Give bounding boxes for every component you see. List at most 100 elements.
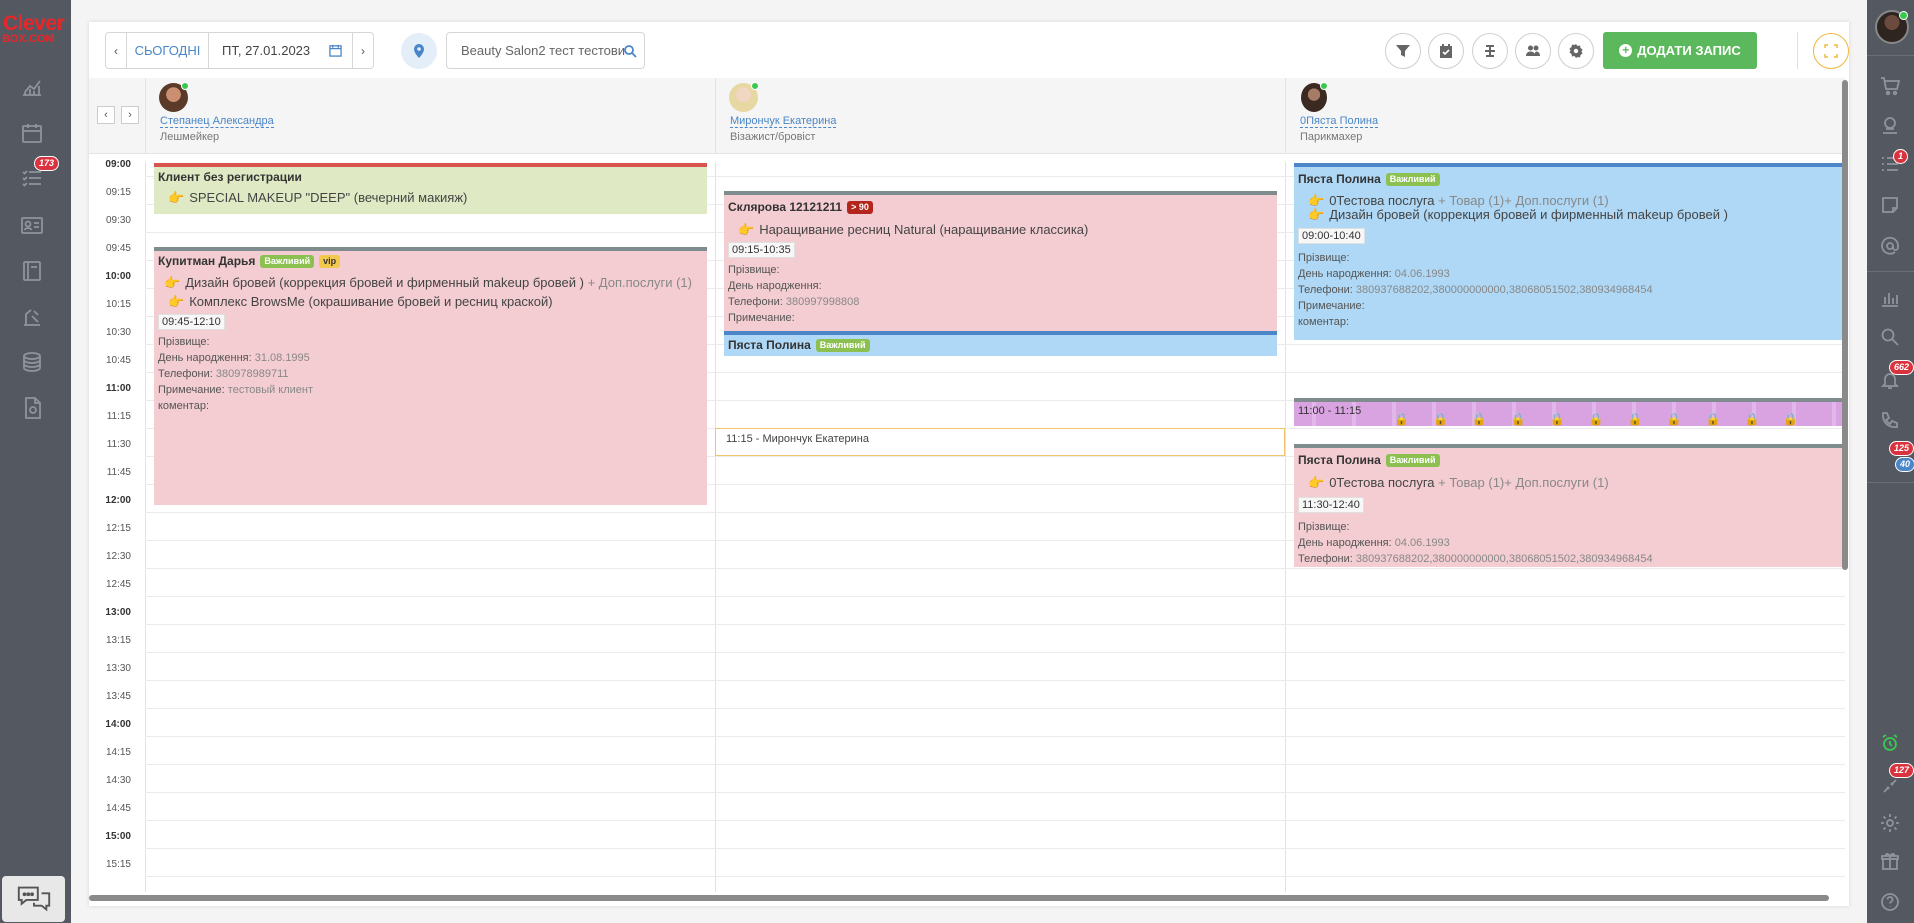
finance-icon[interactable] (20, 350, 44, 374)
avatar[interactable] (1301, 82, 1328, 112)
staff-role: Парикмахер (1300, 131, 1363, 143)
staff-role: Лешмейкер (160, 131, 220, 143)
settings-button[interactable] (1558, 33, 1594, 69)
field-value: тестовый клиент (227, 384, 314, 396)
plus-icon: + (1619, 44, 1633, 57)
service-name: Дизайн бровей (коррекция бровей и фирмен… (185, 275, 584, 290)
column-divider (715, 162, 716, 892)
calendar-small-icon (329, 44, 342, 57)
date-value: ПТ, 27.01.2023 (222, 43, 311, 58)
appointment-card[interactable]: Пяста Полина Важливий 👉 0Тестова послуга +… (1294, 444, 1845, 567)
service-name: SPECIAL MAKEUP "DEEP" (вечерний макияж) (189, 190, 468, 205)
fullscreen-icon (1824, 44, 1838, 58)
staff-header: ‹ › Степанец Александра Лешмейкер Миронч… (89, 78, 1845, 154)
time-label: 11:45 (106, 467, 131, 478)
filter-button[interactable] (1385, 33, 1421, 69)
online-indicator (181, 82, 189, 90)
prev-day-button[interactable]: ‹ (105, 32, 127, 69)
today-button[interactable]: СЬОГОДНІ (126, 32, 209, 69)
staff-name[interactable]: Степанец Александра (160, 115, 274, 128)
time-label: 11:15 (106, 411, 131, 422)
journal-icon[interactable] (20, 259, 44, 283)
fullscreen-button[interactable] (1813, 33, 1849, 69)
horizontal-scrollbar[interactable] (89, 895, 1829, 901)
avatar[interactable] (729, 82, 759, 112)
next-day-button[interactable]: › (352, 32, 374, 69)
logo[interactable]: Clever BOX.COM (0, 13, 71, 45)
service-line: 👉 0Тестова послуга + Товар (1)+ Доп.послу… (1308, 475, 1841, 491)
client-name: Купитман Дарья (158, 254, 256, 268)
email-icon[interactable] (1880, 236, 1900, 256)
clients-icon[interactable] (20, 213, 44, 237)
vertical-scrollbar[interactable] (1842, 80, 1848, 570)
appointment-time: 09:00-10:40 (1298, 228, 1365, 244)
appointment-time: 11:30-12:40 (1298, 497, 1364, 513)
time-label: 14:30 (105, 775, 131, 786)
search-icon[interactable] (1880, 327, 1900, 347)
vip-tag: vip (319, 255, 341, 268)
gift-icon[interactable] (1880, 851, 1900, 871)
left-sidebar: Clever BOX.COM 173 (0, 0, 71, 923)
field-label: коментар: (1298, 316, 1350, 328)
appointment-card[interactable]: Пяста Полина Важливий (724, 331, 1277, 356)
field-label: Прізвище: (1298, 521, 1350, 533)
salon-search-input[interactable]: Beauty Salon2 тест тестови (446, 32, 645, 69)
stats-icon[interactable] (1880, 288, 1900, 308)
break-time: 11:00 - 11:15 (1298, 405, 1362, 417)
staff-button[interactable] (1515, 33, 1551, 69)
warehouse-icon[interactable] (20, 305, 44, 329)
grid-line (145, 624, 1845, 625)
birthday-field: День народження: 04.06.1993 (1298, 266, 1841, 282)
appointment-card[interactable]: Клиент без регистрации 👉 SPECIAL MAKEUP "… (154, 163, 707, 214)
avatar[interactable] (159, 82, 189, 112)
analytics-icon[interactable] (20, 75, 44, 99)
add-record-button[interactable]: + ДОДАТИ ЗАПИС (1603, 32, 1757, 69)
calls-secondary-badge: 40 (1895, 457, 1914, 472)
field-label: День народження: (1298, 268, 1392, 280)
help-icon[interactable] (1880, 892, 1900, 912)
support-icon[interactable] (1880, 115, 1900, 135)
client-name: Склярова 12121211 (728, 200, 843, 214)
appointment-card[interactable]: Склярова 12121211 > 90 👉 Наращивание ресни… (724, 191, 1277, 331)
user-avatar[interactable] (1875, 10, 1909, 44)
staff-name[interactable]: Мирончук Екатерина (730, 115, 837, 128)
chat-button[interactable] (2, 876, 65, 922)
phone-icon[interactable] (1880, 410, 1900, 430)
field-value: 380937688202,380000000000,38068051502,38… (1355, 553, 1653, 565)
break-block[interactable]: 11:00 - 11:15 🔒🔒🔒🔒🔒🔒🔒🔒🔒🔒🔒🔒🔒 (1294, 398, 1845, 426)
service-line: 👉 Дизайн бровей (коррекция бровей и фирме… (164, 276, 703, 290)
time-label: 15:15 (105, 859, 131, 870)
staff-name[interactable]: 0Пяста Полина (1300, 115, 1379, 128)
field-label: Прізвище: (158, 336, 210, 348)
age-tag: > 90 (847, 201, 873, 214)
cart-icon[interactable] (1880, 76, 1901, 96)
appointment-card[interactable]: Купитман Дарья Важливий vip 👉 Дизайн бровей… (154, 247, 707, 505)
birthday-field: День народження: (728, 278, 1273, 294)
integration-icon[interactable] (1880, 776, 1900, 796)
spinner-button[interactable] (1472, 33, 1508, 69)
staff-prev-button[interactable]: ‹ (97, 106, 115, 124)
staff-next-button[interactable]: › (121, 106, 139, 124)
grid-line (145, 652, 1845, 653)
surname-field: Прізвище: (728, 262, 1273, 278)
calendar-icon[interactable] (20, 121, 44, 145)
time-label: 09:15 (105, 187, 131, 198)
settings-gear-icon[interactable] (1880, 813, 1900, 833)
note-icon[interactable] (1880, 195, 1900, 215)
calendar-check-button[interactable] (1428, 33, 1464, 69)
documents-icon[interactable] (20, 396, 44, 420)
time-label: 11:30 (106, 439, 131, 450)
staff-column-2: Мирончук Екатерина Візажист/бровіст (715, 78, 1285, 154)
appointment-card[interactable]: Пяста Полина Важливий 👉 0Тестова послуга +… (1294, 163, 1845, 340)
location-button[interactable] (401, 33, 437, 69)
time-label: 12:30 (105, 551, 131, 562)
time-label: 10:00 (105, 271, 131, 282)
time-label: 14:00 (105, 719, 131, 730)
comment-field: коментар: (158, 398, 703, 414)
calendar-check-icon (1440, 44, 1452, 58)
alarm-icon[interactable] (1880, 733, 1900, 753)
date-picker[interactable]: ПТ, 27.01.2023 (208, 32, 353, 69)
pointing-hand-icon: 👉 (1308, 193, 1325, 208)
new-slot-placeholder[interactable]: 11:15 - Мирончук Екатерина (715, 428, 1285, 456)
grid-line (145, 764, 1845, 765)
